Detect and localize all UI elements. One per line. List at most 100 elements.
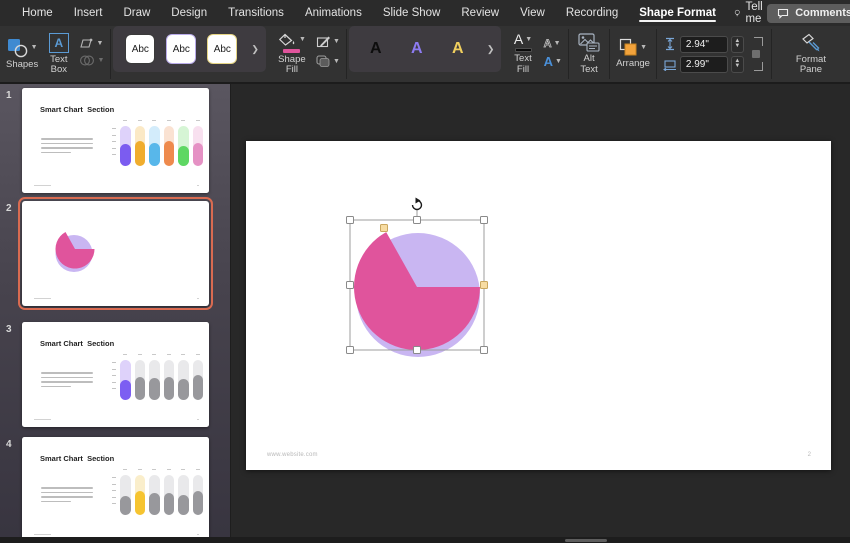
arrange-button[interactable]: ▼ Arrange (616, 38, 650, 69)
text-effects-button[interactable]: A ▼ (544, 54, 562, 69)
shape-style-gallery-expander[interactable]: ❯ (248, 44, 262, 55)
menu-item-recording[interactable]: Recording (566, 3, 618, 23)
format-pane-button[interactable]: Format Pane (786, 33, 836, 76)
slide-thumbnail-1[interactable]: 1 Smart Chart Section (6, 88, 209, 193)
thumb-chart-bar (192, 469, 203, 515)
shape-outline-button[interactable]: ▼ (316, 35, 340, 48)
thumb-pie-shape (55, 232, 95, 272)
shape-fill-group: ▼ Shape Fill ▼ ▼ (268, 26, 346, 82)
thumb-page-number (196, 418, 199, 420)
text-effects-icon: A (543, 53, 554, 69)
menu-bar: Home Insert Draw Design Transitions Animation… (0, 0, 850, 26)
thumb-chart-bar (120, 354, 131, 400)
arrange-label: Arrange (616, 58, 650, 70)
menu-item-transitions[interactable]: Transitions (228, 3, 284, 23)
menu-item-review[interactable]: Review (461, 3, 499, 23)
slide-thumbnail-3[interactable]: 3 Smart Chart Section (6, 322, 209, 427)
shape-height-icon (665, 37, 674, 51)
alt-text-label: Alt Text (580, 53, 598, 75)
lock-aspect-ratio-icon[interactable] (749, 37, 765, 71)
comments-button[interactable]: Comments (767, 3, 850, 23)
resize-handle[interactable] (346, 346, 354, 354)
merge-shapes-button[interactable]: ▼ (79, 55, 104, 66)
text-fill-button[interactable]: A ▼ Text Fill (509, 32, 536, 75)
thumb-chart-bar (120, 469, 131, 515)
thumb-chart-bar (149, 354, 160, 400)
slide-thumbnail-4[interactable]: 4 Smart Chart Section (6, 437, 209, 542)
wordart-gallery-expander[interactable]: ❯ (484, 44, 498, 55)
shape-style-preset-2[interactable]: Abc (166, 34, 197, 64)
thumb-page-number (196, 297, 199, 299)
menu-item-animations[interactable]: Animations (305, 3, 362, 23)
ribbon-separator (110, 29, 112, 79)
alt-text-icon (578, 33, 600, 52)
resize-handle[interactable] (413, 216, 421, 224)
text-outline-button[interactable]: A ▼ (543, 37, 562, 50)
horizontal-scrollbar[interactable] (565, 538, 607, 542)
wordart-style-preset-3[interactable]: A (443, 34, 473, 64)
height-stepper[interactable]: ▲ ▼ (730, 35, 744, 53)
ribbon-separator (345, 29, 347, 79)
thumb-chart-bar (134, 469, 145, 515)
size-group: ▲▼ ▲▼ (657, 26, 771, 82)
thumb-body-text (41, 372, 93, 387)
menu-item-shape-format[interactable]: Shape Format (639, 3, 716, 23)
tell-me[interactable]: Tell me (734, 1, 767, 25)
comment-bubble-icon (778, 8, 789, 19)
chevron-down-icon: ▼ (332, 38, 340, 45)
slide-thumbnail-preview[interactable]: Smart Chart Section (22, 437, 209, 542)
resize-handle[interactable] (346, 216, 354, 224)
slide-thumbnail-preview[interactable]: Smart Chart Section (22, 322, 209, 427)
wordart-style-preset-2[interactable]: A (402, 34, 432, 64)
resize-handle[interactable] (346, 281, 354, 289)
slide-thumbnail-preview[interactable]: Smart Chart Section (22, 88, 209, 193)
chevron-down-icon: ▼ (30, 44, 38, 52)
shape-fill-button[interactable]: ▼ Shape Fill (274, 33, 310, 76)
shape-style-preset-3[interactable]: Abc (207, 34, 238, 64)
text-box-button[interactable]: A Text Box (45, 32, 72, 76)
menu-item-insert[interactable]: Insert (74, 3, 103, 23)
thumb-chart-bar (192, 354, 203, 400)
thumb-chart-bar (163, 120, 174, 166)
adjust-handle[interactable] (380, 224, 388, 232)
adjust-handle[interactable] (480, 281, 488, 289)
thumb-chart-bar (178, 469, 189, 515)
menu-item-view[interactable]: View (520, 3, 545, 23)
text-box-icon: A (48, 32, 69, 53)
thumb-slide-title: Smart Chart Section (40, 339, 115, 348)
resize-handle[interactable] (413, 346, 421, 354)
menu-item-draw[interactable]: Draw (123, 3, 150, 23)
shape-outline-icon (316, 36, 330, 48)
chevron-down-icon: ▼ (298, 36, 306, 44)
wordart-style-preset-1[interactable]: A (361, 34, 391, 64)
resize-handle[interactable] (480, 216, 488, 224)
edit-shape-button[interactable]: ▼ (79, 38, 104, 49)
menu-item-design[interactable]: Design (171, 3, 207, 23)
slide-number: 3 (6, 324, 12, 335)
shape-effects-button[interactable]: ▼ (316, 55, 340, 67)
editor-canvas: www.website.com 2 (230, 84, 850, 537)
alt-text-button[interactable]: Alt Text (575, 33, 603, 75)
shape-height-input[interactable] (679, 35, 728, 53)
slide-number: 2 (6, 203, 12, 214)
shape-width-input[interactable] (679, 55, 728, 73)
thumb-body-text (41, 487, 93, 502)
slide-thumbnail-preview[interactable] (18, 197, 213, 310)
format-pane-icon (802, 33, 820, 52)
text-outline-icon: A (543, 37, 552, 50)
rotate-handle-arrow[interactable] (415, 197, 421, 204)
text-box-label: Text Box (50, 53, 68, 75)
slide-thumbnail-2[interactable]: 2 (6, 197, 213, 310)
arrange-group: ▼ Arrange (610, 26, 656, 82)
shapes-button[interactable]: ▼ Shapes (6, 38, 38, 70)
shape-style-preset-1[interactable]: Abc (125, 34, 156, 64)
slide-number: 1 (6, 90, 12, 101)
thumb-bar-chart (112, 118, 204, 170)
slide-thumbnail-panel: 1 Smart Chart Section 2 3 Smart Chart Sectio… (0, 84, 230, 542)
resize-handle[interactable] (480, 346, 488, 354)
width-stepper[interactable]: ▲ ▼ (730, 55, 744, 73)
thumb-bar-chart (112, 467, 204, 519)
menu-item-home[interactable]: Home (22, 3, 53, 23)
menu-item-slide-show[interactable]: Slide Show (383, 3, 441, 23)
menu-items: Home Insert Draw Design Transitions Animation… (22, 3, 716, 23)
